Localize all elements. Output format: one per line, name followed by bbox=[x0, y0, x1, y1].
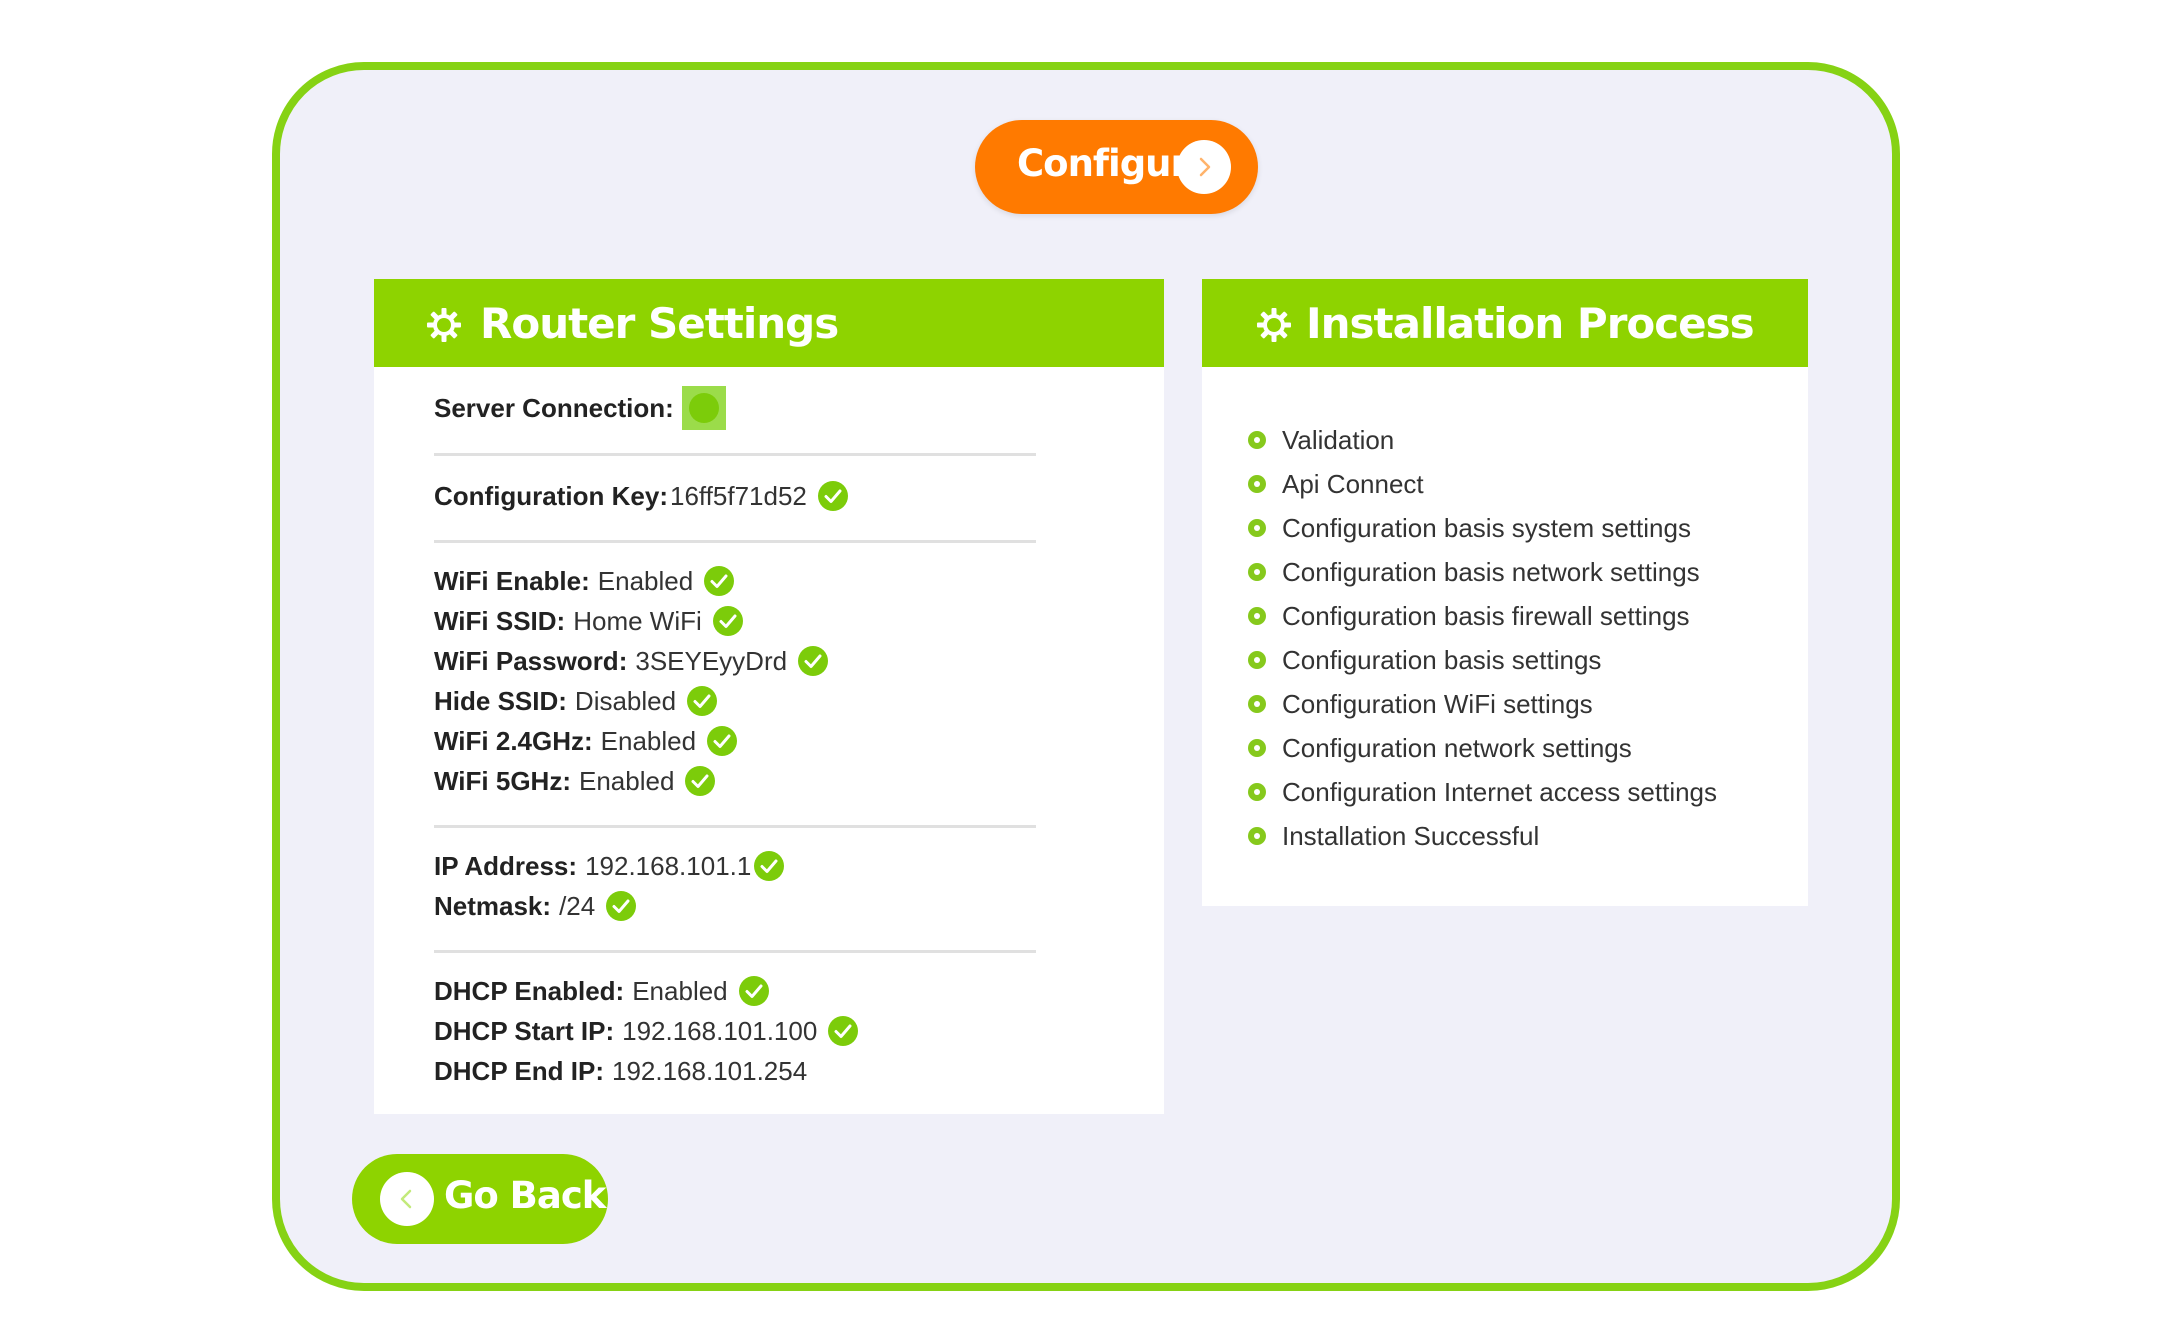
dhcp-start-ip-row: DHCP Start IP: 192.168.101.100 bbox=[434, 1011, 1036, 1051]
bullet-dot-icon bbox=[1248, 607, 1266, 625]
server-status-indicator bbox=[681, 386, 726, 430]
list-item: Configuration basis settings bbox=[1248, 638, 1717, 682]
chevron-right-icon bbox=[1177, 140, 1231, 194]
installation-process-header: Installation Process bbox=[1202, 279, 1808, 367]
wifi-password-label: WiFi Password: bbox=[434, 645, 628, 676]
wifi-24ghz-row: WiFi 2.4GHz: Enabled bbox=[434, 721, 1036, 761]
config-key-row: Configuration Key: 16ff5f71d52 bbox=[434, 476, 1036, 516]
check-circle-icon bbox=[686, 685, 718, 717]
list-item: Api Connect bbox=[1248, 462, 1717, 506]
list-item: Configuration basis network settings bbox=[1248, 550, 1717, 594]
installation-process-title: Installation Process bbox=[1306, 299, 1755, 348]
server-connection-row: Server Connection: bbox=[434, 385, 1036, 431]
step-label: Configuration network settings bbox=[1282, 732, 1632, 763]
dhcp-enabled-label: DHCP Enabled: bbox=[434, 975, 625, 1006]
list-item: Configuration Internet access settings bbox=[1248, 770, 1717, 814]
bullet-dot-icon bbox=[1248, 695, 1266, 713]
bullet-dot-icon bbox=[1248, 739, 1266, 757]
router-settings-body: Server Connection: Configuration Key: 16… bbox=[434, 367, 1036, 1091]
chevron-left-icon bbox=[380, 1172, 434, 1226]
check-circle-icon bbox=[797, 645, 829, 677]
installation-process-panel: Installation Process Validation Api Conn… bbox=[1202, 279, 1808, 906]
bullet-dot-icon bbox=[1248, 431, 1266, 449]
netmask-row: Netmask: /24 bbox=[434, 886, 1036, 926]
dhcp-start-ip-label: DHCP Start IP: bbox=[434, 1015, 615, 1046]
installation-steps-list: Validation Api Connect Configuration bas… bbox=[1248, 418, 1717, 858]
wifi-5ghz-row: WiFi 5GHz: Enabled bbox=[434, 761, 1036, 801]
config-key-value: 16ff5f71d52 bbox=[670, 480, 807, 511]
server-connection-label: Server Connection: bbox=[434, 392, 674, 423]
step-label: Configuration basis firewall settings bbox=[1282, 600, 1690, 631]
ip-address-row: IP Address: 192.168.101.1 bbox=[434, 846, 1036, 886]
check-circle-icon bbox=[827, 1015, 859, 1047]
step-label: Configuration basis settings bbox=[1282, 644, 1602, 675]
hide-ssid-row: Hide SSID: Disabled bbox=[434, 681, 1036, 721]
wifi-password-value: 3SEYEyyDrd bbox=[635, 645, 788, 676]
step-label: Configuration basis system settings bbox=[1282, 512, 1691, 543]
check-circle-icon bbox=[738, 975, 770, 1007]
step-label: Configuration WiFi settings bbox=[1282, 688, 1593, 719]
bullet-dot-icon bbox=[1248, 519, 1266, 537]
router-settings-title: Router Settings bbox=[480, 299, 839, 348]
wifi-password-row: WiFi Password: 3SEYEyyDrd bbox=[434, 641, 1036, 681]
dhcp-end-ip-row: DHCP End IP: 192.168.101.254 bbox=[434, 1051, 1036, 1091]
bullet-dot-icon bbox=[1248, 783, 1266, 801]
dhcp-end-ip-value: 192.168.101.254 bbox=[611, 1055, 808, 1086]
wifi-enable-row: WiFi Enable: Enabled bbox=[434, 561, 1036, 601]
wifi-24ghz-value: Enabled bbox=[600, 725, 697, 756]
dhcp-end-ip-label: DHCP End IP: bbox=[434, 1055, 604, 1086]
check-circle-icon bbox=[605, 890, 637, 922]
netmask-label: Netmask: bbox=[434, 890, 552, 921]
wifi-ssid-value: Home WiFi bbox=[573, 605, 702, 636]
list-item: Configuration WiFi settings bbox=[1248, 682, 1717, 726]
netmask-value: /24 bbox=[559, 890, 596, 921]
list-item: Configuration basis firewall settings bbox=[1248, 594, 1717, 638]
step-label: Validation bbox=[1282, 424, 1395, 455]
hide-ssid-label: Hide SSID: bbox=[434, 685, 567, 716]
hide-ssid-value: Disabled bbox=[574, 685, 677, 716]
wifi-5ghz-label: WiFi 5GHz: bbox=[434, 765, 571, 796]
ip-address-value: 192.168.101.1 bbox=[585, 850, 752, 881]
bullet-dot-icon bbox=[1248, 563, 1266, 581]
check-circle-icon bbox=[684, 765, 716, 797]
list-item: Installation Successful bbox=[1248, 814, 1717, 858]
gear-icon bbox=[426, 307, 462, 343]
list-item: Configuration basis system settings bbox=[1248, 506, 1717, 550]
bullet-dot-icon bbox=[1248, 827, 1266, 845]
go-back-button[interactable]: Go Back bbox=[352, 1154, 608, 1244]
wifi-enable-value: Enabled bbox=[597, 565, 694, 596]
ip-address-label: IP Address: bbox=[434, 850, 578, 881]
config-key-label: Configuration Key: bbox=[434, 480, 668, 511]
check-circle-icon bbox=[817, 480, 849, 512]
router-settings-header: Router Settings bbox=[374, 279, 1164, 367]
step-label: Api Connect bbox=[1282, 468, 1424, 499]
step-label: Configuration Internet access settings bbox=[1282, 776, 1718, 807]
bullet-dot-icon bbox=[1248, 475, 1266, 493]
wifi-enable-label: WiFi Enable: bbox=[434, 565, 590, 596]
gear-icon bbox=[1256, 307, 1292, 343]
configure-button[interactable]: Configure bbox=[975, 120, 1258, 214]
wifi-ssid-label: WiFi SSID: bbox=[434, 605, 566, 636]
bullet-dot-icon bbox=[1248, 651, 1266, 669]
list-item: Configuration network settings bbox=[1248, 726, 1717, 770]
check-circle-icon bbox=[706, 725, 738, 757]
step-label: Installation Successful bbox=[1282, 820, 1540, 851]
dhcp-enabled-row: DHCP Enabled: Enabled bbox=[434, 971, 1036, 1011]
wifi-24ghz-label: WiFi 2.4GHz: bbox=[434, 725, 593, 756]
step-label: Configuration basis network settings bbox=[1282, 556, 1700, 587]
check-circle-icon bbox=[753, 850, 785, 882]
dhcp-start-ip-value: 192.168.101.100 bbox=[622, 1015, 818, 1046]
wifi-5ghz-value: Enabled bbox=[578, 765, 675, 796]
check-circle-icon bbox=[703, 565, 735, 597]
list-item: Validation bbox=[1248, 418, 1717, 462]
wifi-ssid-row: WiFi SSID: Home WiFi bbox=[434, 601, 1036, 641]
go-back-button-label: Go Back bbox=[444, 1174, 606, 1217]
router-settings-panel: Router Settings Server Connection: Confi… bbox=[374, 279, 1164, 1114]
check-circle-icon bbox=[712, 605, 744, 637]
dhcp-enabled-value: Enabled bbox=[632, 975, 728, 1006]
